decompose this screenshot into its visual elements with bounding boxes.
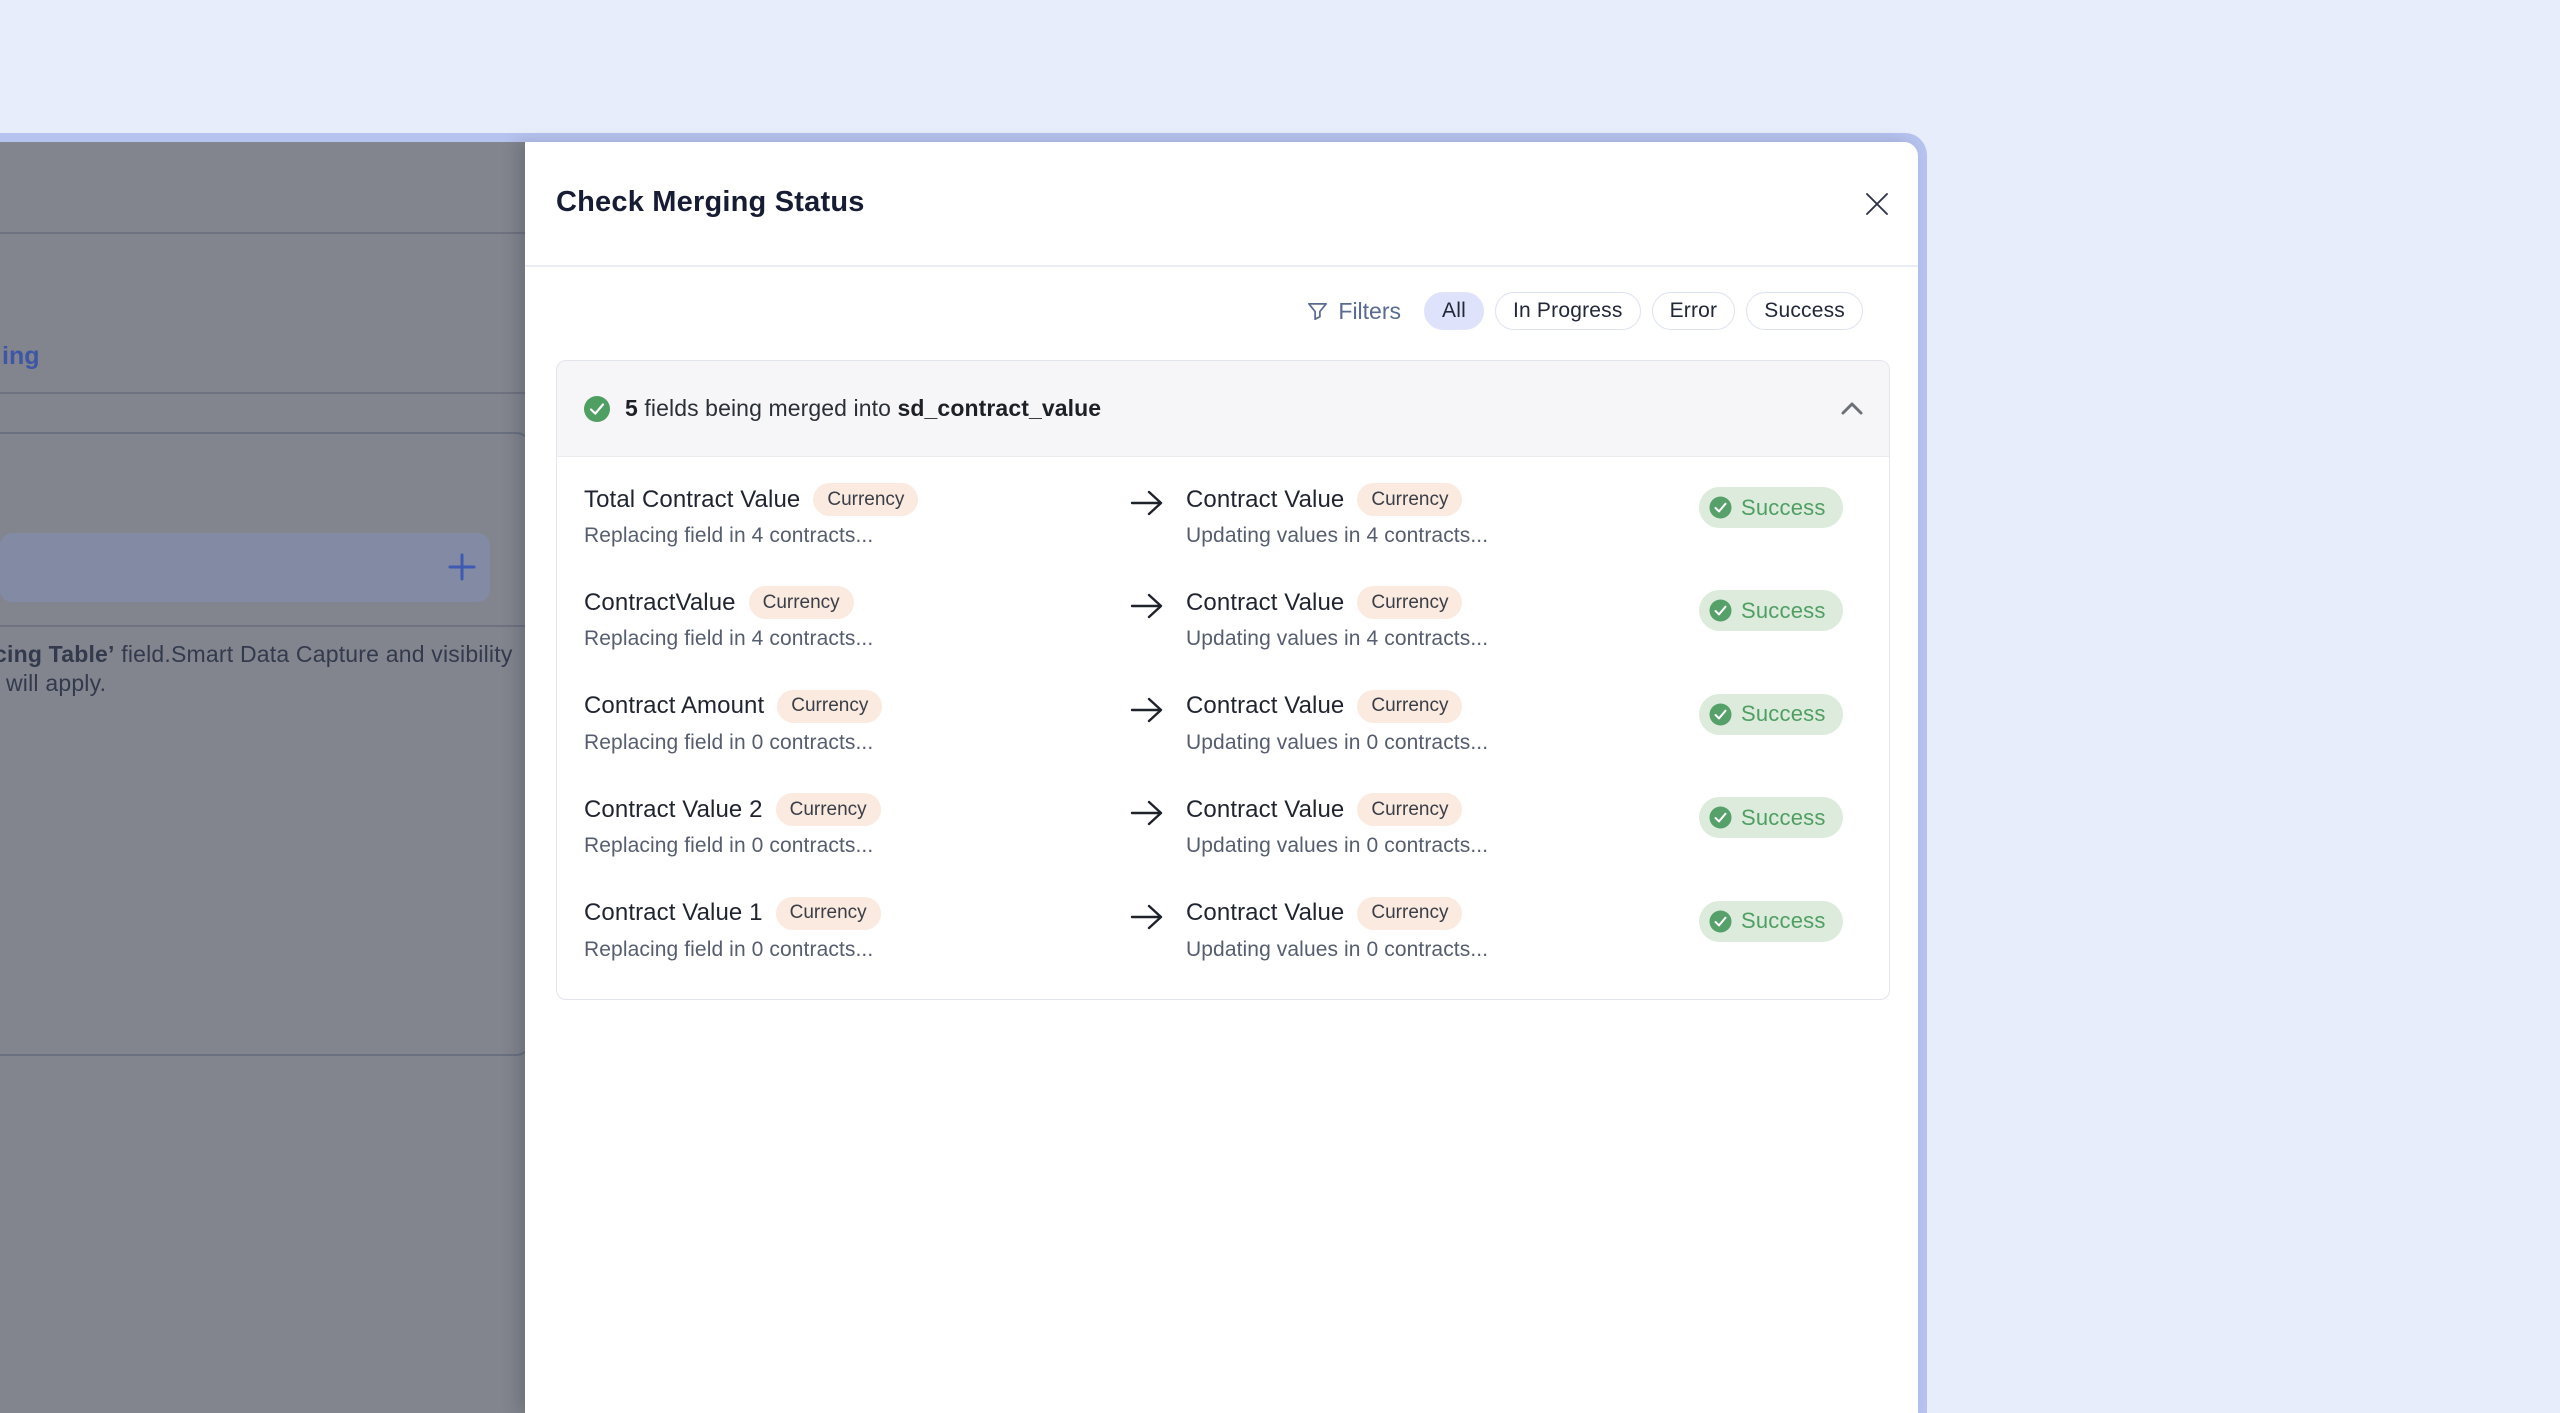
merge-row: ContractValue Currency Replacing field i… (557, 560, 1889, 663)
check-circle-icon (1709, 496, 1732, 519)
status-badge: Success (1699, 487, 1843, 528)
arrow-right-icon (1130, 800, 1163, 826)
target-status-text: Updating values in 0 contracts... (1186, 834, 1489, 858)
merge-rows: Total Contract Value Currency Replacing … (557, 457, 1889, 974)
background-divider (0, 232, 525, 234)
filter-icon (1308, 302, 1328, 320)
status-badge: Success (1699, 797, 1843, 839)
target-field-name: Contract Value (1186, 692, 1345, 720)
close-icon (1866, 193, 1888, 215)
target-status-text: Updating values in 4 contracts... (1186, 524, 1489, 547)
check-circle-icon (1709, 910, 1732, 933)
target-field-name: Contract Value (1186, 485, 1345, 513)
field-type-badge: Currency (1357, 793, 1463, 827)
check-circle-icon (1709, 806, 1732, 829)
merge-row: Contract Value 2 Currency Replacing fiel… (557, 767, 1889, 870)
source-status-text: Replacing field in 4 contracts... (584, 524, 874, 547)
merging-status-modal: Check Merging Status Filters All In Prog… (525, 142, 1918, 1413)
merge-group-card: 5 fields being merged into sd_contract_v… (556, 360, 1890, 1000)
filter-pill-success[interactable]: Success (1746, 292, 1863, 330)
dimmed-background-panel: ing cing Table’ field.Smart Data Capture… (0, 142, 525, 1413)
field-type-badge: Currency (1357, 483, 1463, 516)
background-note-text-line2: will apply. (6, 670, 107, 696)
field-type-badge: Currency (813, 483, 919, 516)
status-badge: Success (1699, 693, 1843, 735)
arrow-right-icon (1130, 904, 1163, 929)
field-type-badge: Currency (1357, 586, 1463, 620)
filters-button[interactable]: Filters (1306, 298, 1401, 325)
status-badge: Success (1699, 900, 1843, 942)
source-field-name: ContractValue (584, 588, 736, 616)
close-button[interactable] (1857, 184, 1897, 224)
source-status-text: Replacing field in 0 contracts... (584, 937, 874, 961)
background-card-outline (0, 432, 525, 1056)
page: ing cing Table’ field.Smart Data Capture… (0, 0, 2560, 1413)
merge-row: Contract Value 1 Currency Replacing fiel… (557, 871, 1889, 974)
background-link-fragment[interactable]: ing (2, 342, 40, 371)
source-field-name: Contract Amount (584, 692, 765, 720)
source-status-text: Replacing field in 0 contracts... (584, 730, 874, 754)
add-icon[interactable] (445, 550, 479, 584)
source-field-name: Contract Value 2 (584, 795, 763, 823)
source-field-name: Contract Value 1 (584, 899, 763, 927)
field-type-badge: Currency (1357, 896, 1463, 930)
check-circle-icon (1709, 599, 1732, 622)
source-status-text: Replacing field in 0 contracts... (584, 834, 874, 858)
target-field-name: Contract Value (1186, 795, 1345, 823)
modal-title: Check Merging Status (556, 186, 865, 218)
target-status-text: Updating values in 0 contracts... (1186, 730, 1489, 754)
field-type-badge: Currency (1357, 689, 1463, 723)
arrow-right-icon (1130, 594, 1163, 619)
background-table-header (0, 533, 490, 602)
success-check-icon (584, 395, 610, 422)
filter-pill-in-progress[interactable]: In Progress (1494, 292, 1641, 330)
target-status-text: Updating values in 4 contracts... (1186, 627, 1489, 651)
check-circle-icon (1709, 703, 1732, 726)
filters-label: Filters (1338, 297, 1402, 324)
merge-row: Total Contract Value Currency Replacing … (557, 457, 1889, 560)
filter-pill-error[interactable]: Error (1651, 292, 1736, 330)
source-status-text: Replacing field in 4 contracts... (584, 627, 874, 651)
status-badge: Success (1699, 590, 1843, 632)
collapse-chevron-icon[interactable] (1841, 402, 1863, 415)
background-note-text: cing Table’ field.Smart Data Capture and… (0, 641, 513, 667)
modal-header-divider (525, 265, 1918, 267)
merge-group-summary: 5 fields being merged into sd_contract_v… (625, 395, 1102, 421)
arrow-right-icon (1130, 697, 1163, 722)
filter-pill-all[interactable]: All (1424, 292, 1484, 330)
field-type-badge: Currency (775, 793, 881, 827)
background-divider (0, 392, 525, 394)
merge-row: Contract Amount Currency Replacing field… (557, 664, 1889, 767)
arrow-right-icon (1130, 490, 1163, 516)
filters-bar: Filters All In Progress Error Success (1306, 292, 1863, 330)
target-field-name: Contract Value (1186, 588, 1345, 616)
target-status-text: Updating values in 0 contracts... (1186, 937, 1489, 961)
field-type-badge: Currency (775, 896, 881, 930)
merge-group-header[interactable]: 5 fields being merged into sd_contract_v… (557, 361, 1889, 457)
target-field-name: Contract Value (1186, 899, 1345, 927)
field-type-badge: Currency (748, 586, 854, 620)
background-divider (0, 625, 525, 627)
source-field-name: Total Contract Value (584, 485, 801, 513)
field-type-badge: Currency (777, 689, 883, 723)
